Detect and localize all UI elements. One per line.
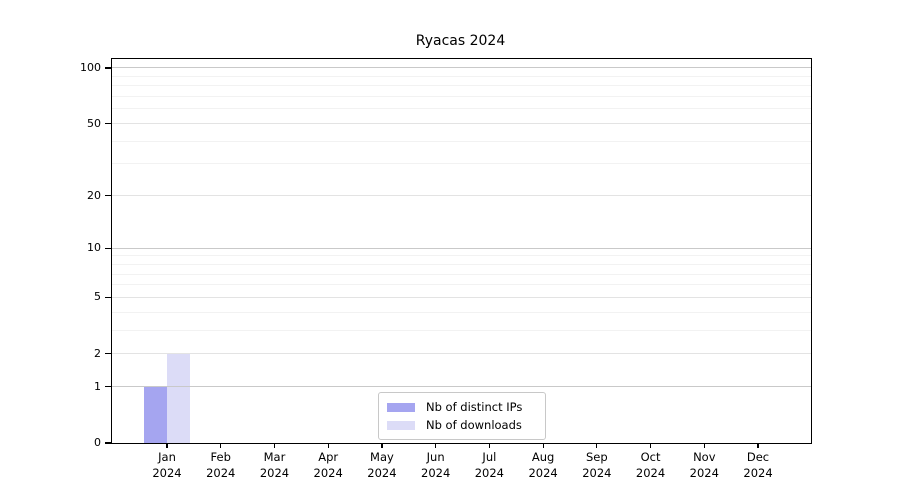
y-gridline	[112, 386, 811, 387]
y-minor-gridline	[112, 108, 811, 109]
x-tick	[274, 443, 275, 448]
y-minor-gridline	[112, 312, 811, 313]
legend-entry: Nb of distinct IPs	[379, 398, 545, 416]
y-minor-gridline	[112, 274, 811, 275]
x-tick	[220, 443, 221, 448]
bar-downloads	[167, 354, 190, 443]
y-tick	[105, 297, 111, 298]
legend-swatch-downloads	[387, 421, 415, 430]
x-tick	[757, 443, 758, 448]
y-tick	[105, 353, 111, 354]
y-gridline	[112, 123, 811, 124]
y-tick-label: 10	[46, 241, 101, 255]
y-tick	[105, 195, 111, 196]
legend-swatch-distinct-ips	[387, 403, 415, 412]
x-tick	[596, 443, 597, 448]
x-tick-label: Dec 2024	[718, 450, 798, 481]
y-tick-label: 20	[46, 189, 101, 203]
y-gridline	[112, 353, 811, 354]
y-tick-label: 2	[46, 347, 101, 361]
y-minor-gridline	[112, 255, 811, 256]
y-tick	[105, 67, 111, 68]
y-minor-gridline	[112, 141, 811, 142]
y-tick	[105, 442, 111, 443]
y-minor-gridline	[112, 96, 811, 97]
x-tick	[650, 443, 651, 448]
x-tick	[328, 443, 329, 448]
bar-distinct-ips	[144, 387, 167, 443]
y-tick	[105, 123, 111, 124]
y-minor-gridline	[112, 330, 811, 331]
y-gridline	[112, 67, 811, 68]
y-gridline	[112, 297, 811, 298]
y-tick	[105, 248, 111, 249]
y-minor-gridline	[112, 264, 811, 265]
y-minor-gridline	[112, 76, 811, 77]
x-tick	[381, 443, 382, 448]
x-tick	[166, 443, 167, 448]
y-minor-gridline	[112, 85, 811, 86]
legend-label: Nb of downloads	[426, 418, 522, 432]
y-gridline	[112, 195, 811, 196]
chart-title: Ryacas 2024	[111, 33, 810, 49]
legend-entry: Nb of downloads	[379, 416, 545, 434]
x-tick	[704, 443, 705, 448]
y-tick-label: 1	[46, 380, 101, 394]
figure: Ryacas 2024 0125102050100Jan 2024Feb 202…	[0, 0, 900, 500]
y-minor-gridline	[112, 163, 811, 164]
y-tick-label: 5	[46, 290, 101, 304]
legend: Nb of distinct IPs Nb of downloads	[378, 392, 546, 440]
y-tick-label: 0	[46, 436, 101, 450]
y-tick-label: 50	[46, 117, 101, 131]
y-gridline	[112, 248, 811, 249]
x-tick	[543, 443, 544, 448]
plot-area: 0125102050100Jan 2024Feb 2024Mar 2024Apr…	[111, 58, 812, 444]
legend-label: Nb of distinct IPs	[426, 400, 522, 414]
x-tick	[435, 443, 436, 448]
y-tick	[105, 386, 111, 387]
y-minor-gridline	[112, 284, 811, 285]
x-tick	[489, 443, 490, 448]
y-tick-label: 100	[46, 61, 101, 75]
